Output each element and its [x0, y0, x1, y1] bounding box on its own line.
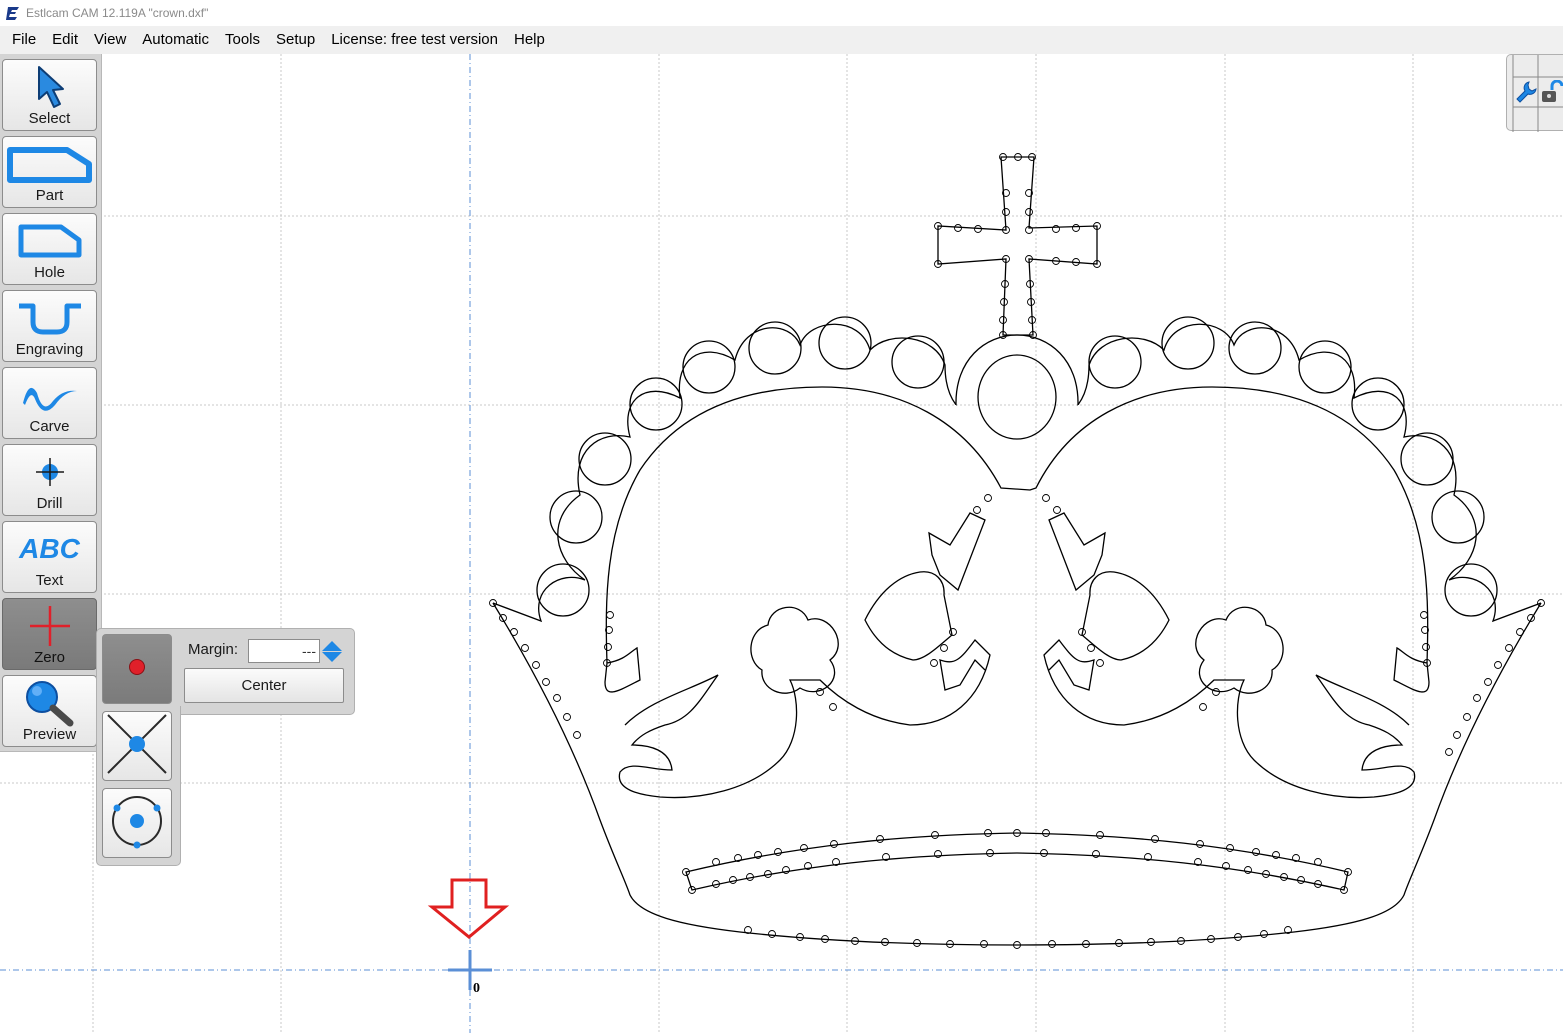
menu-license[interactable]: License: free test version — [323, 26, 506, 54]
red-dot-icon — [127, 657, 147, 682]
select-label: Select — [28, 110, 71, 127]
menu-file[interactable]: File — [0, 26, 44, 54]
zero-circle-center-mode-button[interactable] — [102, 788, 172, 858]
zero-cross-icon — [3, 603, 96, 649]
zero-label: Zero — [34, 649, 65, 666]
hole-label: Hole — [34, 264, 65, 281]
settings-panel — [1506, 54, 1563, 132]
margin-input[interactable] — [248, 639, 320, 663]
menu-setup[interactable]: Setup — [268, 26, 323, 54]
estlcam-logo-icon — [4, 4, 22, 22]
crown-drawing[interactable]: 0 — [0, 54, 1563, 1033]
engraving-label: Engraving — [15, 341, 84, 358]
engraving-groove-icon — [3, 295, 96, 341]
select-button[interactable]: Select — [2, 59, 97, 131]
carve-wave-icon — [3, 372, 96, 418]
part-outline-icon — [3, 141, 96, 187]
preview-button[interactable]: Preview — [2, 675, 97, 747]
margin-label: Margin: — [188, 641, 239, 658]
zero-mode-panel — [96, 634, 181, 866]
circle-center-icon — [107, 791, 167, 856]
tool-sidebar: Select Part Hole Engraving Carve Drill A… — [0, 54, 102, 752]
origin-label: 0 — [473, 981, 480, 996]
hole-button[interactable]: Hole — [2, 213, 97, 285]
drill-crosshair-icon — [3, 449, 96, 495]
wrench-icon[interactable] — [1515, 80, 1537, 109]
carve-button[interactable]: Carve — [2, 367, 97, 439]
menu-bar: File Edit View Automatic Tools Setup Lic… — [0, 26, 1563, 54]
menu-view[interactable]: View — [86, 26, 134, 54]
menu-edit[interactable]: Edit — [44, 26, 86, 54]
preview-label: Preview — [22, 726, 77, 743]
text-button[interactable]: ABC Text — [2, 521, 97, 593]
text-abc-icon: ABC — [19, 533, 80, 564]
lock-icon[interactable] — [1540, 79, 1563, 109]
text-label: Text — [35, 572, 64, 589]
zero-intersection-mode-button[interactable] — [102, 711, 172, 781]
drill-label: Drill — [36, 495, 63, 512]
engraving-button[interactable]: Engraving — [2, 290, 97, 362]
zero-point-mode-button[interactable] — [102, 634, 172, 704]
hole-outline-icon — [3, 218, 96, 264]
menu-tools[interactable]: Tools — [217, 26, 268, 54]
part-label: Part — [35, 187, 64, 204]
carve-label: Carve — [29, 418, 70, 435]
intersection-icon — [104, 711, 170, 782]
magnifier-icon — [3, 680, 96, 727]
zero-button[interactable]: Zero — [2, 598, 97, 670]
node-points — [489, 153, 1545, 949]
origin-marker: 0 — [427, 878, 510, 996]
part-button[interactable]: Part — [2, 136, 97, 208]
menu-automatic[interactable]: Automatic — [134, 26, 217, 54]
crown-outline — [492, 156, 1542, 946]
title-bar: Estlcam CAM 12.119A "crown.dxf" — [0, 0, 1563, 26]
cursor-arrow-icon — [3, 64, 96, 110]
window-title: Estlcam CAM 12.119A "crown.dxf" — [26, 6, 209, 20]
menu-help[interactable]: Help — [506, 26, 553, 54]
drawing-canvas[interactable]: 0 — [0, 54, 1563, 1033]
spin-arrows-icon[interactable] — [321, 640, 343, 663]
center-button[interactable]: Center — [184, 668, 344, 703]
drill-button[interactable]: Drill — [2, 444, 97, 516]
